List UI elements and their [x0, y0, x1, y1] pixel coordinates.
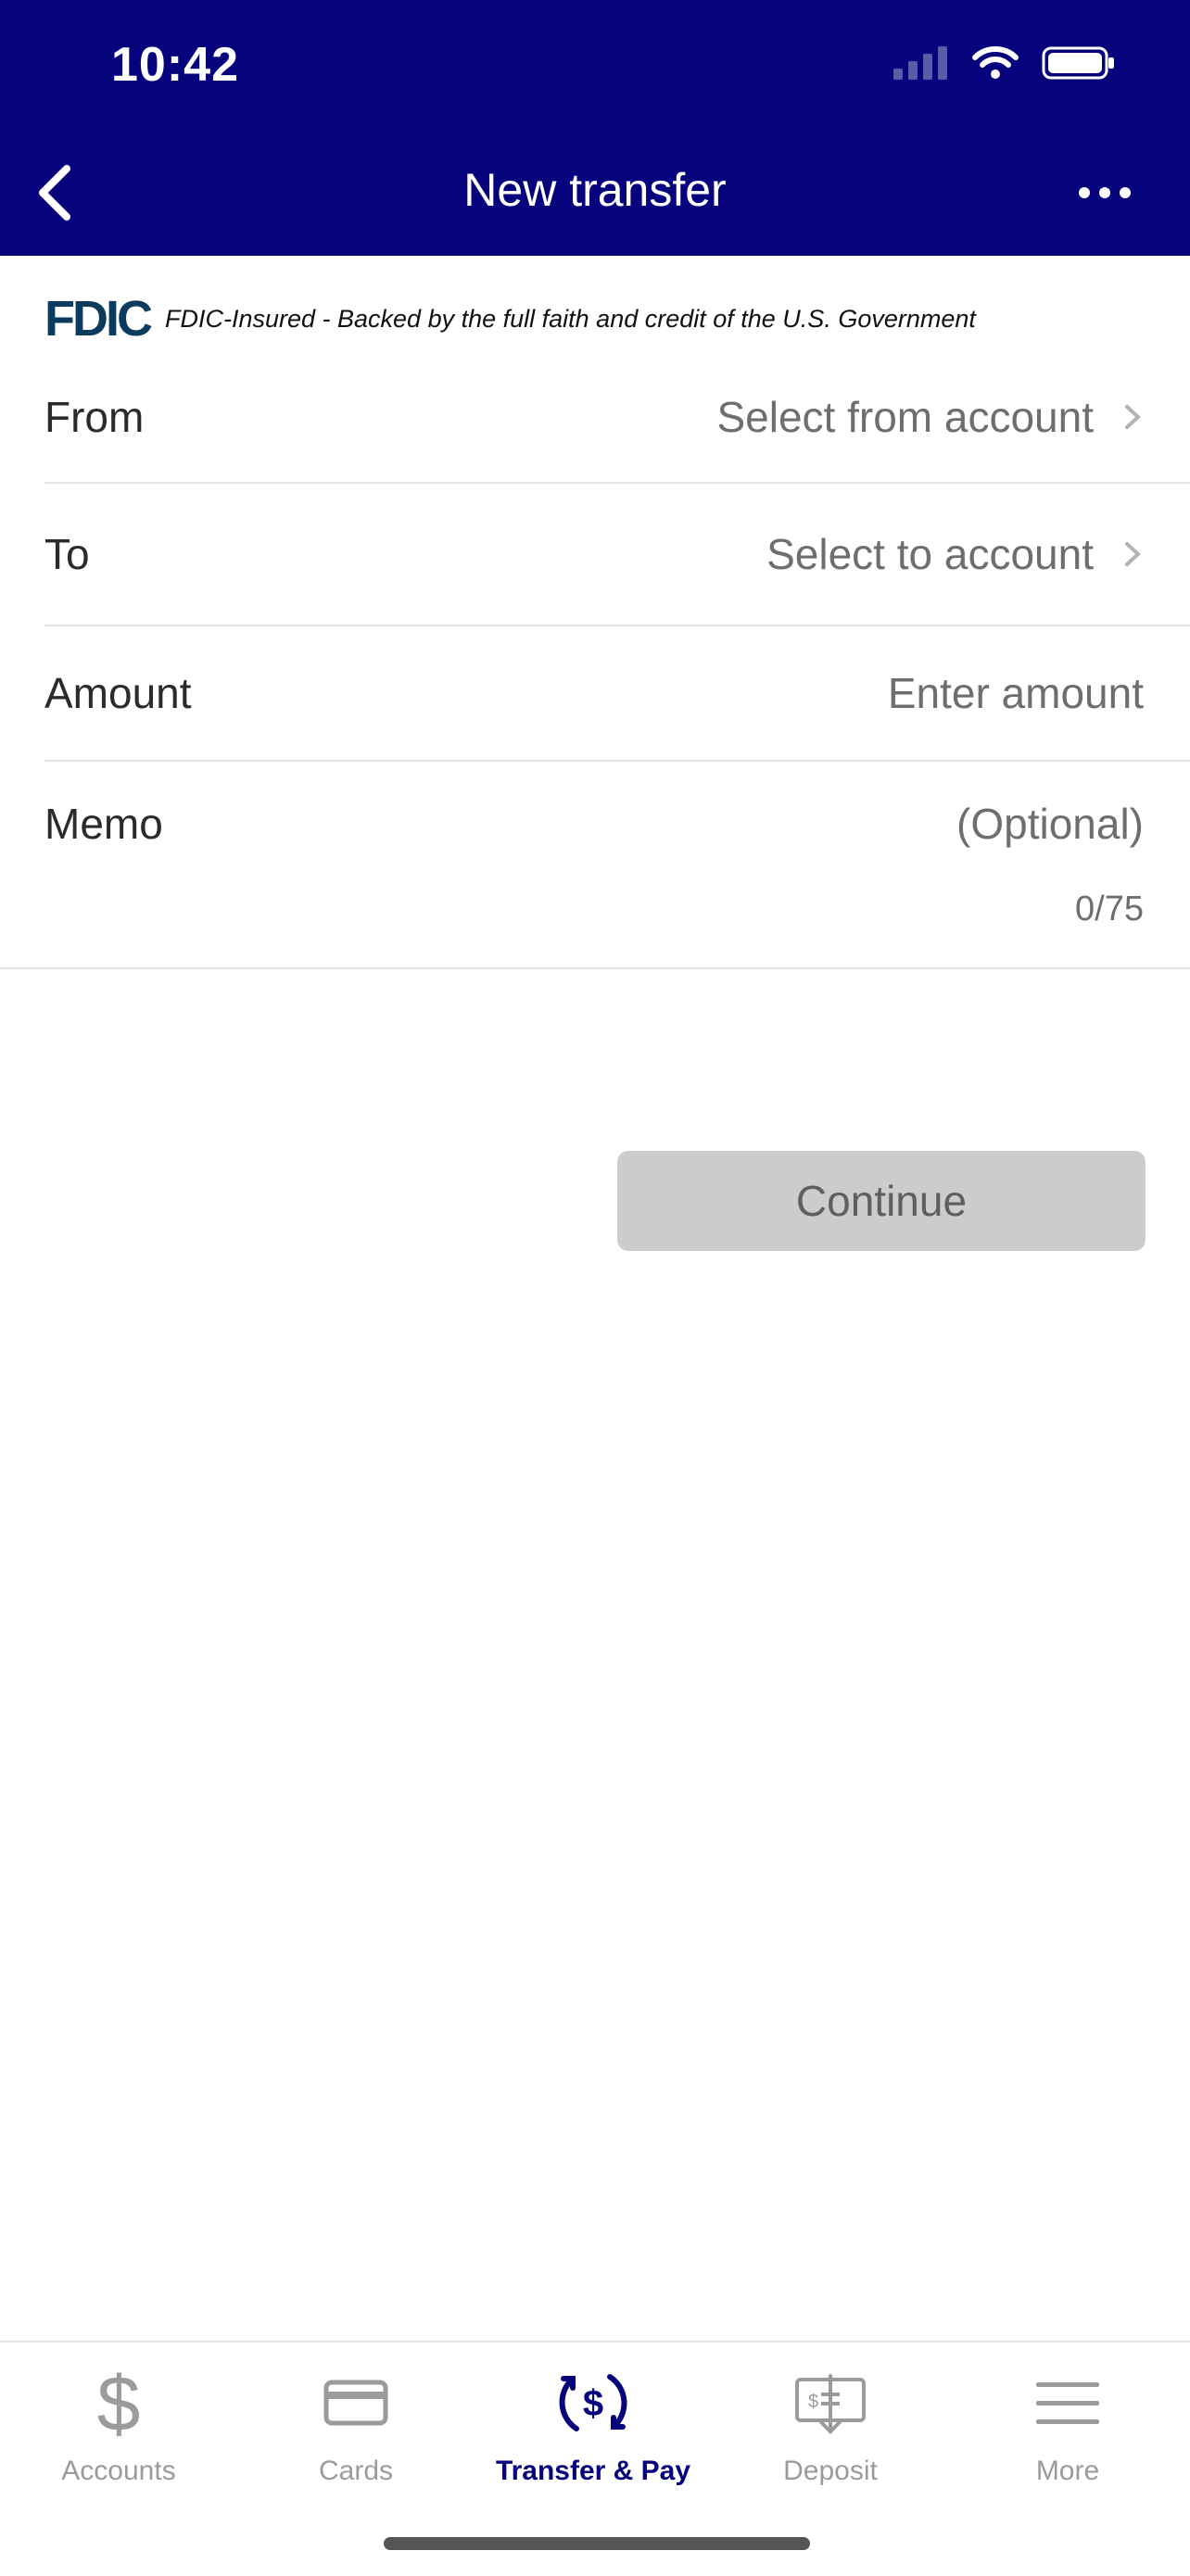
svg-text:$: $ [97, 2366, 141, 2440]
memo-row[interactable]: Memo (Optional) 0/75 [0, 762, 1190, 969]
to-value: Select to account [766, 529, 1190, 579]
wifi-icon [972, 46, 1019, 79]
tab-label: Deposit [783, 2456, 878, 2486]
amount-label: Amount [44, 669, 192, 717]
app-header: 10:42 New transfer [0, 0, 1190, 256]
home-indicator [384, 2537, 810, 2550]
cellular-signal-icon [893, 46, 947, 80]
battery-icon [1042, 46, 1114, 80]
tab-label: Cards [318, 2456, 394, 2486]
dollar-icon: $ [77, 2361, 160, 2444]
fdic-logo: FDIC [44, 291, 153, 347]
to-account-row[interactable]: To Select to account [44, 484, 1190, 626]
status-icons [893, 44, 1116, 82]
tab-transfer-pay[interactable]: $ Transfer & Pay [475, 2361, 712, 2487]
svg-text:$: $ [808, 2392, 818, 2412]
amount-row[interactable]: Amount Enter amount [44, 626, 1190, 762]
transfer-icon: $ [551, 2361, 635, 2444]
page-title: New transfer [463, 164, 727, 216]
chevron-right-icon [1125, 405, 1141, 429]
continue-button[interactable]: Continue [617, 1151, 1146, 1251]
more-options-button[interactable] [1075, 176, 1134, 209]
tab-cards[interactable]: Cards [237, 2361, 475, 2487]
from-value: Select from account [716, 392, 1190, 442]
to-select-text: Select to account [766, 530, 1094, 578]
amount-input[interactable]: Enter amount [888, 668, 1190, 718]
memo-label: Memo [44, 800, 163, 848]
status-time: 10:42 [111, 38, 239, 92]
card-icon [314, 2361, 398, 2444]
tab-deposit[interactable]: $ Deposit [712, 2361, 949, 2487]
tab-label: More [1035, 2456, 1100, 2486]
check-deposit-icon: $ [789, 2361, 872, 2444]
to-label: To [44, 530, 90, 578]
svg-text:$: $ [583, 2383, 603, 2424]
fdic-banner: FDIC FDIC-Insured - Backed by the full f… [44, 291, 976, 347]
from-label: From [44, 393, 145, 441]
tab-label: Accounts [61, 2456, 176, 2486]
chevron-right-icon [1125, 542, 1141, 566]
memo-counter: 0/75 [1075, 890, 1144, 928]
tab-label: Transfer & Pay [495, 2456, 691, 2486]
from-account-row[interactable]: From Select from account [44, 352, 1190, 484]
fdic-text: FDIC-Insured - Backed by the full faith … [164, 304, 976, 333]
from-select-text: Select from account [716, 393, 1094, 441]
hamburger-icon [1026, 2361, 1109, 2444]
memo-input[interactable]: (Optional) [956, 799, 1144, 849]
tab-more[interactable]: More [949, 2361, 1186, 2487]
tab-accounts[interactable]: $ Accounts [0, 2361, 237, 2487]
